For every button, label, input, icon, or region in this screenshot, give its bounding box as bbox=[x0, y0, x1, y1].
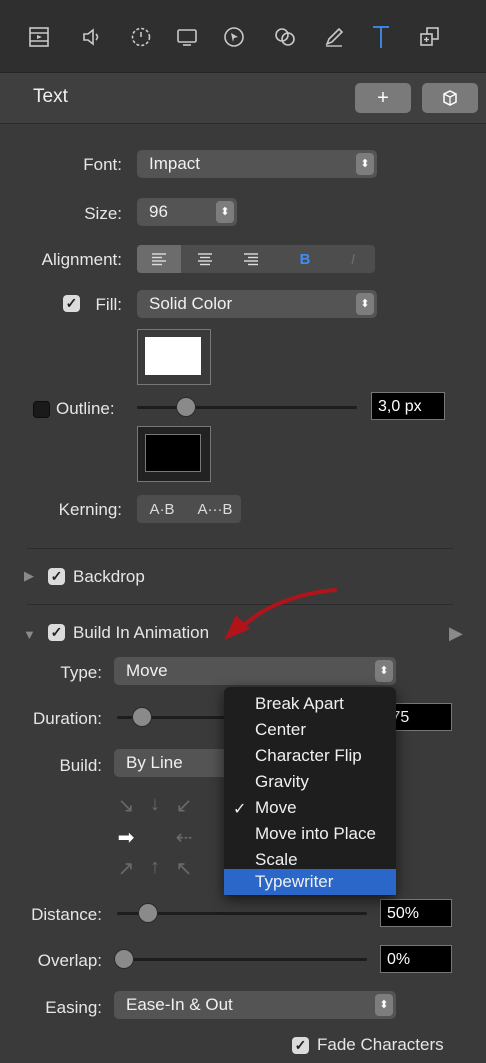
direction-down-right-icon[interactable]: ↖ bbox=[172, 856, 196, 881]
direction-right-icon[interactable]: ⇠ bbox=[172, 825, 196, 850]
bold-button[interactable]: B bbox=[281, 245, 329, 273]
toolbar bbox=[0, 0, 486, 73]
alignment-segment: B I bbox=[137, 245, 375, 273]
plus-icon: + bbox=[377, 86, 389, 109]
speaker-icon[interactable] bbox=[77, 22, 107, 52]
align-center-icon bbox=[198, 253, 212, 266]
easing-label: Easing: bbox=[45, 998, 102, 1017]
direction-up-left-icon[interactable]: ↘ bbox=[114, 793, 138, 818]
direction-up-right-icon[interactable]: ↙ bbox=[172, 793, 196, 818]
alignment-label: Alignment: bbox=[41, 250, 122, 269]
size-stepper[interactable]: 96 ⬍ bbox=[137, 198, 237, 226]
direction-left-icon[interactable]: ➡ bbox=[114, 825, 138, 850]
chevron-updown-icon: ⬍ bbox=[356, 293, 374, 315]
direction-up-icon[interactable]: ↓ bbox=[143, 793, 167, 816]
overlap-label: Overlap: bbox=[37, 951, 102, 970]
disclosure-down-icon[interactable]: ▼ bbox=[23, 627, 36, 642]
fill-label: Fill: bbox=[95, 295, 122, 314]
add-text-button[interactable]: + bbox=[355, 83, 411, 113]
distance-field[interactable]: 50% bbox=[380, 899, 452, 927]
align-right-button[interactable] bbox=[229, 245, 273, 273]
divider bbox=[27, 548, 453, 549]
duration-slider-knob[interactable] bbox=[132, 707, 152, 727]
build-in-checkbox[interactable]: ✓ bbox=[48, 624, 65, 641]
fill-popup[interactable]: Solid Color ⬍ bbox=[137, 290, 377, 318]
kerning-tighter-button[interactable]: A·B bbox=[137, 495, 187, 523]
annotation-arrow-icon bbox=[224, 588, 337, 640]
type-label: Type: bbox=[60, 663, 102, 682]
kerning-looser-button[interactable]: A···B bbox=[189, 495, 241, 523]
overlap-field[interactable]: 0% bbox=[380, 945, 452, 973]
outline-color-swatch bbox=[145, 434, 201, 472]
direction-down-icon[interactable]: ↑ bbox=[143, 856, 167, 879]
align-center-button[interactable] bbox=[183, 245, 227, 273]
text-style-button[interactable] bbox=[422, 83, 478, 113]
film-icon[interactable] bbox=[24, 22, 54, 52]
fill-checkbox[interactable]: ✓ bbox=[63, 295, 80, 312]
menu-item-character-flip[interactable]: Character Flip bbox=[224, 743, 396, 769]
panel-title: Text bbox=[33, 86, 68, 107]
type-menu: Break Apart Center Character Flip Gravit… bbox=[224, 687, 396, 896]
outline-slider-knob[interactable] bbox=[176, 397, 196, 417]
backdrop-label: Backdrop bbox=[73, 567, 145, 586]
pen-icon[interactable] bbox=[319, 22, 349, 52]
font-label: Font: bbox=[83, 155, 122, 174]
checkmark-icon: ✓ bbox=[233, 801, 247, 818]
screen-icon[interactable] bbox=[172, 22, 202, 52]
direction-down-left-icon[interactable]: ↗ bbox=[114, 856, 138, 881]
fill-color-well[interactable] bbox=[137, 329, 211, 385]
menu-item-move[interactable]: Move bbox=[224, 795, 396, 821]
inspector-header: Text + bbox=[0, 73, 486, 124]
outline-checkbox[interactable] bbox=[33, 401, 50, 418]
chevron-updown-icon: ⬍ bbox=[375, 660, 393, 682]
cube-icon bbox=[443, 90, 457, 106]
disclosure-right-icon[interactable]: ▶ bbox=[24, 568, 34, 584]
menu-item-typewriter[interactable]: Typewriter bbox=[224, 869, 396, 895]
easing-popup[interactable]: Ease-In & Out ⬍ bbox=[114, 991, 396, 1019]
fade-characters-checkbox[interactable]: ✓ bbox=[292, 1037, 309, 1054]
align-left-button[interactable] bbox=[137, 245, 181, 273]
easing-value: Ease-In & Out bbox=[126, 995, 233, 1014]
menu-item-center[interactable]: Center bbox=[224, 717, 396, 743]
font-popup[interactable]: Impact ⬍ bbox=[137, 150, 377, 178]
size-value: 96 bbox=[149, 202, 168, 221]
play-preview-icon[interactable]: ▶ bbox=[449, 623, 463, 644]
menu-item-break-apart[interactable]: Break Apart bbox=[224, 691, 396, 717]
build-label: Build: bbox=[59, 756, 102, 775]
outline-color-well[interactable] bbox=[137, 426, 211, 482]
outline-width-field[interactable]: 3,0 px bbox=[371, 392, 445, 420]
italic-button[interactable]: I bbox=[331, 245, 375, 273]
duration-label: Duration: bbox=[33, 709, 102, 728]
align-right-icon bbox=[244, 253, 258, 266]
overlap-slider-knob[interactable] bbox=[114, 949, 134, 969]
distance-slider-knob[interactable] bbox=[138, 903, 158, 923]
circles-icon[interactable] bbox=[270, 22, 300, 52]
align-left-icon bbox=[152, 253, 166, 266]
distance-label: Distance: bbox=[31, 905, 102, 924]
fade-characters-label: Fade Characters bbox=[317, 1035, 444, 1054]
fill-value: Solid Color bbox=[149, 294, 233, 313]
layers-icon[interactable] bbox=[414, 22, 444, 52]
cursor-icon[interactable] bbox=[219, 22, 249, 52]
type-value: Move bbox=[126, 661, 168, 680]
size-label: Size: bbox=[84, 204, 122, 223]
kerning-segment: A·B A···B bbox=[137, 495, 241, 523]
overlap-slider-track bbox=[117, 958, 367, 961]
dial-icon[interactable] bbox=[126, 22, 156, 52]
menu-item-gravity[interactable]: Gravity bbox=[224, 769, 396, 795]
chevron-updown-icon: ⬍ bbox=[356, 153, 374, 175]
backdrop-checkbox[interactable]: ✓ bbox=[48, 568, 65, 585]
type-popup[interactable]: Move ⬍ bbox=[114, 657, 396, 685]
build-in-label: Build In Animation bbox=[73, 623, 210, 642]
outline-slider-track bbox=[137, 406, 357, 409]
outline-label: Outline: bbox=[56, 399, 115, 418]
text-icon[interactable] bbox=[366, 22, 396, 52]
fill-color-swatch bbox=[145, 337, 201, 375]
kerning-label: Kerning: bbox=[58, 500, 122, 519]
stepper-icon[interactable]: ⬍ bbox=[216, 201, 234, 223]
menu-item-move-into-place[interactable]: Move into Place bbox=[224, 821, 396, 847]
build-value: By Line bbox=[126, 753, 183, 772]
chevron-updown-icon: ⬍ bbox=[375, 994, 393, 1016]
font-value: Impact bbox=[149, 154, 201, 173]
